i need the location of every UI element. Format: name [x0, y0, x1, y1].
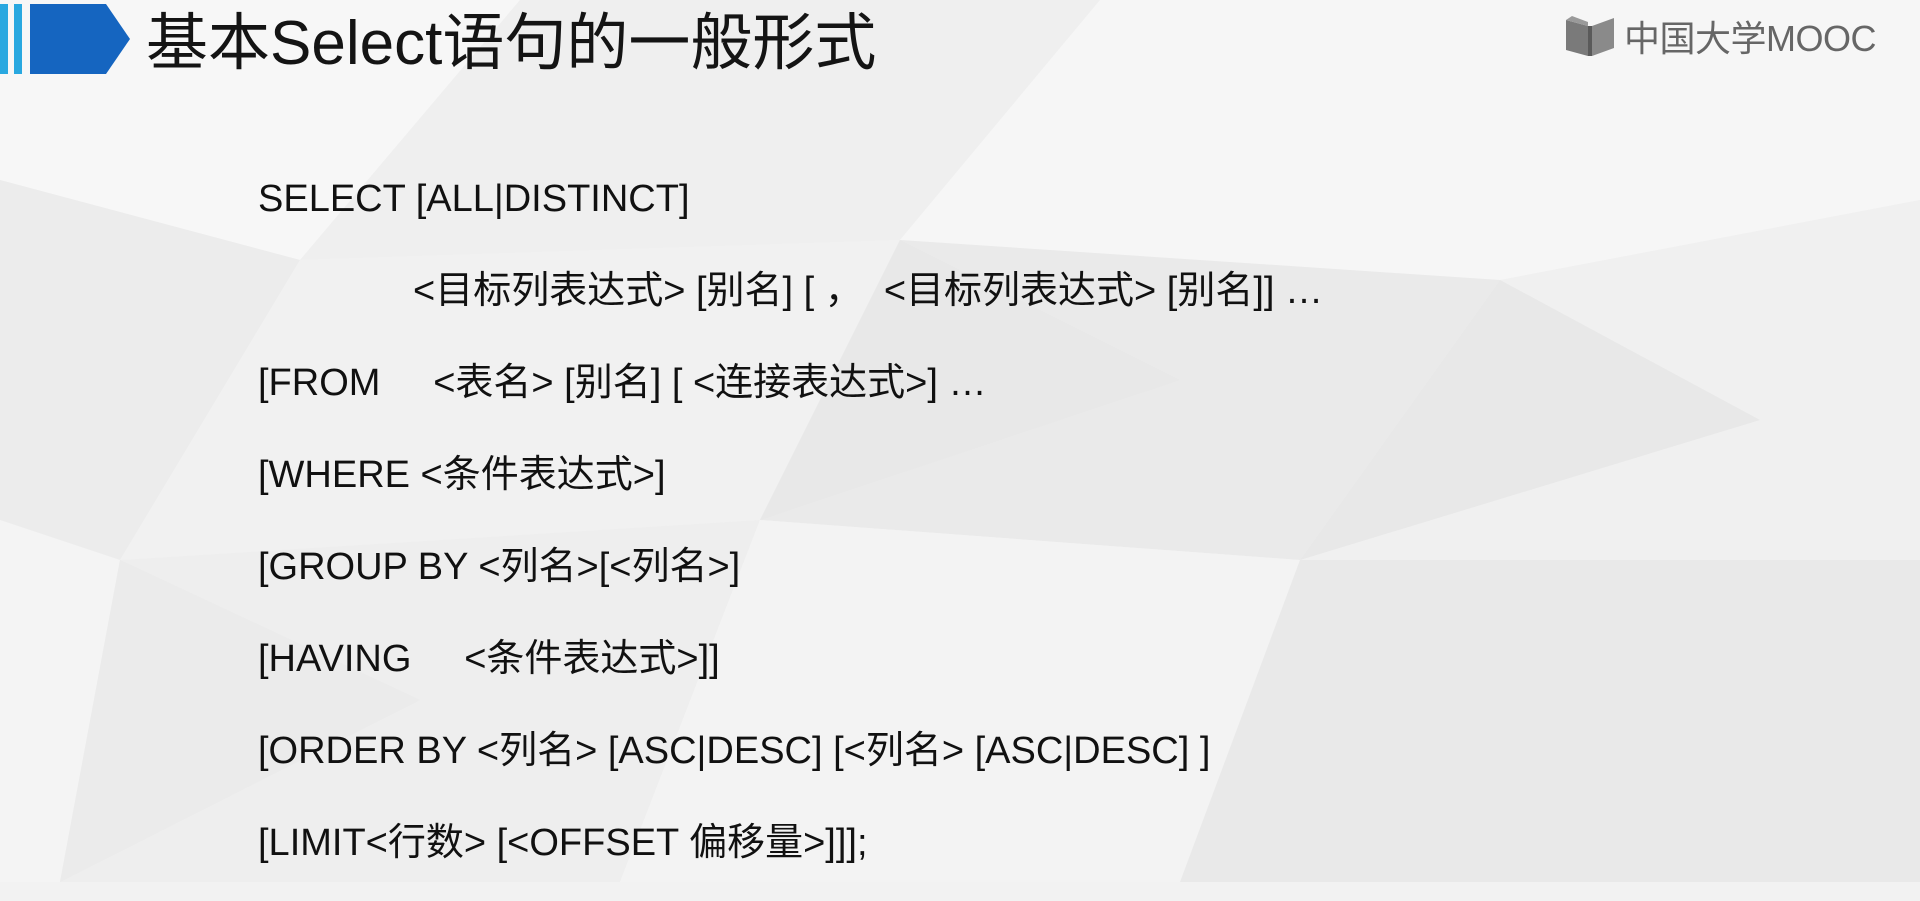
syntax-line-from: [FROM <表名> [别名] [ <连接表达式>] …	[258, 362, 987, 404]
select-syntax-block: SELECT [ALL|DISTINCT] <目标列表达式> [别名] [ ， …	[258, 165, 1758, 901]
syntax-line-order-by: [ORDER BY <列名> [ASC|DESC] [<列名> [ASC|DES…	[258, 730, 1211, 772]
syntax-line-select: SELECT [ALL|DISTINCT]	[258, 178, 690, 220]
slide-title: 基本Select语句的一般形式	[146, 9, 877, 78]
mooc-logo: 中国大学MOOC	[1564, 12, 1877, 60]
logo-text: 中国大学MOOC	[1624, 18, 1877, 59]
syntax-line-having: [HAVING <条件表达式>]]	[258, 638, 720, 680]
syntax-line-group-by: [GROUP BY <列名>[<列名>]	[258, 546, 741, 588]
syntax-line-target-columns: <目标列表达式> [别名] [ ， <目标列表达式> [别名]] …	[413, 270, 1324, 312]
slide-header: 基本Select语句的一般形式 中国大学MOOC	[0, 0, 1920, 88]
syntax-line-limit: [LIMIT<行数> [<OFFSET 偏移量>]]];	[258, 822, 868, 864]
syntax-line-where: [WHERE <条件表达式>]	[258, 454, 666, 496]
open-book-icon	[1566, 16, 1614, 56]
header-accent-decoration	[0, 4, 130, 74]
